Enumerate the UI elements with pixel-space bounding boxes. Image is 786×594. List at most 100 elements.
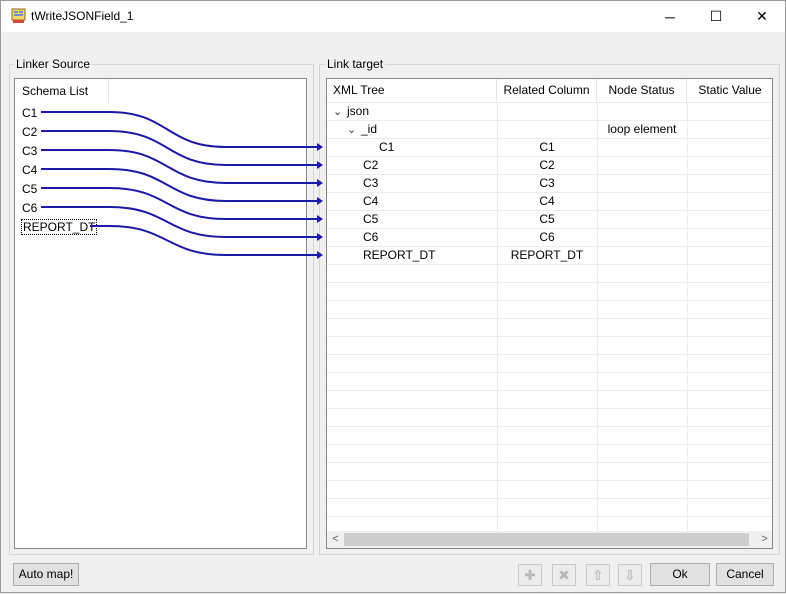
table-row[interactable] bbox=[327, 481, 772, 499]
tree-node-label: REPORT_DT bbox=[363, 248, 436, 262]
table-row[interactable]: ⌄ json bbox=[327, 103, 772, 121]
close-button[interactable]: ✕ bbox=[739, 1, 785, 32]
column-header-xml-tree[interactable]: XML Tree bbox=[327, 79, 497, 103]
static-value-cell[interactable] bbox=[687, 139, 772, 157]
static-value-cell[interactable] bbox=[687, 211, 772, 229]
xml-tree-table[interactable]: XML Tree Related Column Node Status Stat… bbox=[326, 78, 773, 549]
static-value-cell[interactable] bbox=[687, 193, 772, 211]
table-row[interactable] bbox=[327, 499, 772, 517]
table-row[interactable] bbox=[327, 265, 772, 283]
table-row[interactable] bbox=[327, 427, 772, 445]
related-column-cell[interactable] bbox=[497, 121, 597, 139]
component-icon bbox=[11, 8, 26, 23]
tree-node[interactable]: C1 bbox=[379, 139, 394, 157]
scroll-left-button[interactable]: < bbox=[327, 531, 344, 548]
ok-button[interactable]: Ok bbox=[650, 563, 710, 586]
tree-node[interactable]: C4 bbox=[363, 193, 378, 211]
close-icon: ✕ bbox=[756, 8, 768, 24]
table-row[interactable]: C4 C4 bbox=[327, 193, 772, 211]
tree-node-label: C1 bbox=[379, 140, 395, 154]
related-column-cell[interactable]: C1 bbox=[497, 139, 597, 157]
maximize-button[interactable]: ☐ bbox=[693, 1, 739, 32]
related-column-cell[interactable]: REPORT_DT bbox=[497, 247, 597, 265]
add-icon: ✚ bbox=[524, 566, 536, 583]
related-column-cell[interactable]: C4 bbox=[497, 193, 597, 211]
schema-item-c2[interactable]: C2 bbox=[22, 124, 37, 140]
column-header-static-value[interactable]: Static Value bbox=[687, 79, 772, 103]
table-row[interactable]: REPORT_DT REPORT_DT bbox=[327, 247, 772, 265]
chevron-down-icon[interactable]: ⌄ bbox=[347, 122, 357, 139]
table-row[interactable] bbox=[327, 319, 772, 337]
table-row[interactable] bbox=[327, 391, 772, 409]
related-column-cell[interactable]: C5 bbox=[497, 211, 597, 229]
schema-item-report-dt[interactable]: REPORT_DT bbox=[21, 219, 98, 235]
tree-node[interactable]: ⌄ _id bbox=[347, 121, 377, 139]
schema-item-c5[interactable]: C5 bbox=[22, 181, 37, 197]
table-row[interactable]: C2 C2 bbox=[327, 157, 772, 175]
node-status-cell bbox=[597, 157, 687, 175]
tree-node[interactable]: C6 bbox=[363, 229, 378, 247]
tree-node-label: C5 bbox=[363, 212, 379, 226]
related-column-cell[interactable] bbox=[497, 103, 597, 121]
horizontal-scrollbar[interactable]: < > bbox=[327, 531, 772, 548]
tree-node[interactable]: C3 bbox=[363, 175, 378, 193]
chevron-down-icon[interactable]: ⌄ bbox=[333, 104, 343, 121]
table-row[interactable]: C5 C5 bbox=[327, 211, 772, 229]
scroll-right-button[interactable]: > bbox=[756, 531, 772, 548]
table-row[interactable] bbox=[327, 301, 772, 319]
table-row[interactable]: C6 C6 bbox=[327, 229, 772, 247]
add-button[interactable]: ✚ bbox=[518, 564, 542, 586]
column-header-related-column[interactable]: Related Column bbox=[497, 79, 597, 103]
related-column-cell[interactable]: C6 bbox=[497, 229, 597, 247]
move-up-button[interactable]: ⇧ bbox=[586, 564, 610, 586]
title-bar: tWriteJSONField_1 ─ ☐ ✕ bbox=[1, 1, 785, 32]
table-row[interactable] bbox=[327, 337, 772, 355]
table-row[interactable]: ⌄ _id loop element bbox=[327, 121, 772, 139]
static-value-cell[interactable] bbox=[687, 121, 772, 139]
remove-button[interactable]: ✖ bbox=[552, 564, 576, 586]
tree-node[interactable]: C5 bbox=[363, 211, 378, 229]
table-row[interactable] bbox=[327, 445, 772, 463]
minimize-button[interactable]: ─ bbox=[647, 1, 693, 32]
table-row[interactable] bbox=[327, 409, 772, 427]
static-value-cell[interactable] bbox=[687, 247, 772, 265]
tree-node[interactable]: ⌄ json bbox=[333, 103, 369, 121]
schema-list-header[interactable]: Schema List bbox=[15, 79, 109, 103]
schema-item-c1[interactable]: C1 bbox=[22, 105, 37, 121]
minimize-icon: ─ bbox=[665, 8, 675, 25]
auto-map-button[interactable]: Auto map! bbox=[13, 563, 79, 586]
node-status-cell bbox=[597, 229, 687, 247]
schema-item-c4[interactable]: C4 bbox=[22, 162, 37, 178]
link-target-legend: Link target bbox=[325, 57, 386, 71]
scroll-thumb[interactable] bbox=[344, 533, 749, 546]
table-row[interactable]: C1 C1 bbox=[327, 139, 772, 157]
static-value-cell[interactable] bbox=[687, 103, 772, 121]
static-value-cell[interactable] bbox=[687, 175, 772, 193]
table-row[interactable]: C3 C3 bbox=[327, 175, 772, 193]
table-row[interactable] bbox=[327, 463, 772, 481]
schema-list-header-label: Schema List bbox=[22, 84, 89, 98]
table-row[interactable] bbox=[327, 355, 772, 373]
schema-list-panel[interactable]: Schema List C1 C2 C3 C4 C5 C6 REPORT_DT bbox=[14, 78, 307, 549]
schema-item-c3[interactable]: C3 bbox=[22, 143, 37, 159]
node-status-cell: loop element bbox=[607, 122, 677, 136]
arrow-up-icon: ⇧ bbox=[592, 566, 604, 583]
arrow-down-icon: ⇩ bbox=[624, 566, 636, 583]
related-column-cell[interactable]: C2 bbox=[497, 157, 597, 175]
column-header-node-status[interactable]: Node Status bbox=[597, 79, 687, 103]
static-value-cell[interactable] bbox=[687, 157, 772, 175]
static-value-cell[interactable] bbox=[687, 229, 772, 247]
node-status-cell bbox=[597, 211, 687, 229]
tree-node[interactable]: C2 bbox=[363, 157, 378, 175]
node-status-cell bbox=[597, 247, 687, 265]
tree-node-label: C2 bbox=[363, 158, 379, 172]
tree-node[interactable]: REPORT_DT bbox=[363, 247, 435, 265]
related-column-cell[interactable]: C3 bbox=[497, 175, 597, 193]
move-down-button[interactable]: ⇩ bbox=[618, 564, 642, 586]
schema-item-c6[interactable]: C6 bbox=[22, 200, 37, 216]
cancel-button[interactable]: Cancel bbox=[716, 563, 774, 586]
table-row[interactable] bbox=[327, 373, 772, 391]
node-status-cell bbox=[597, 139, 687, 157]
table-row[interactable] bbox=[327, 283, 772, 301]
remove-icon: ✖ bbox=[558, 566, 570, 583]
